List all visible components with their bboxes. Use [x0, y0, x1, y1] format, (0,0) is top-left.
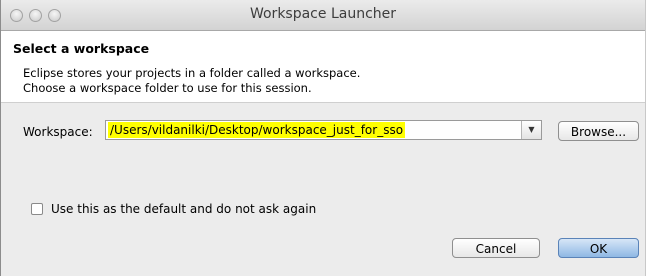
window-title: Workspace Launcher [249, 6, 397, 22]
browse-button[interactable]: Browse... [558, 121, 639, 141]
cancel-button[interactable]: Cancel [452, 238, 540, 258]
workspace-path-input[interactable]: /Users/vildanilki/Desktop/workspace_just… [108, 122, 406, 138]
title-bar[interactable]: Workspace Launcher [1, 0, 645, 31]
header-title: Select a workspace [13, 41, 150, 56]
dropdown-arrow-icon[interactable]: ▼ [521, 121, 541, 139]
workspace-combo[interactable]: /Users/vildanilki/Desktop/workspace_just… [105, 120, 542, 140]
workspace-label: Workspace: [23, 125, 93, 139]
workspace-launcher-dialog: Workspace Launcher Select a workspace Ec… [0, 0, 646, 276]
description-line-1: Eclipse stores your projects in a folder… [23, 66, 361, 80]
dialog-header: Select a workspace Eclipse stores your p… [1, 31, 645, 103]
header-description: Eclipse stores your projects in a folder… [23, 66, 360, 96]
ok-button[interactable]: OK [558, 238, 639, 258]
description-line-2: Choose a workspace folder to use for thi… [23, 81, 312, 95]
default-checkbox-label[interactable]: Use this as the default and do not ask a… [51, 202, 316, 216]
default-checkbox[interactable] [31, 203, 43, 215]
